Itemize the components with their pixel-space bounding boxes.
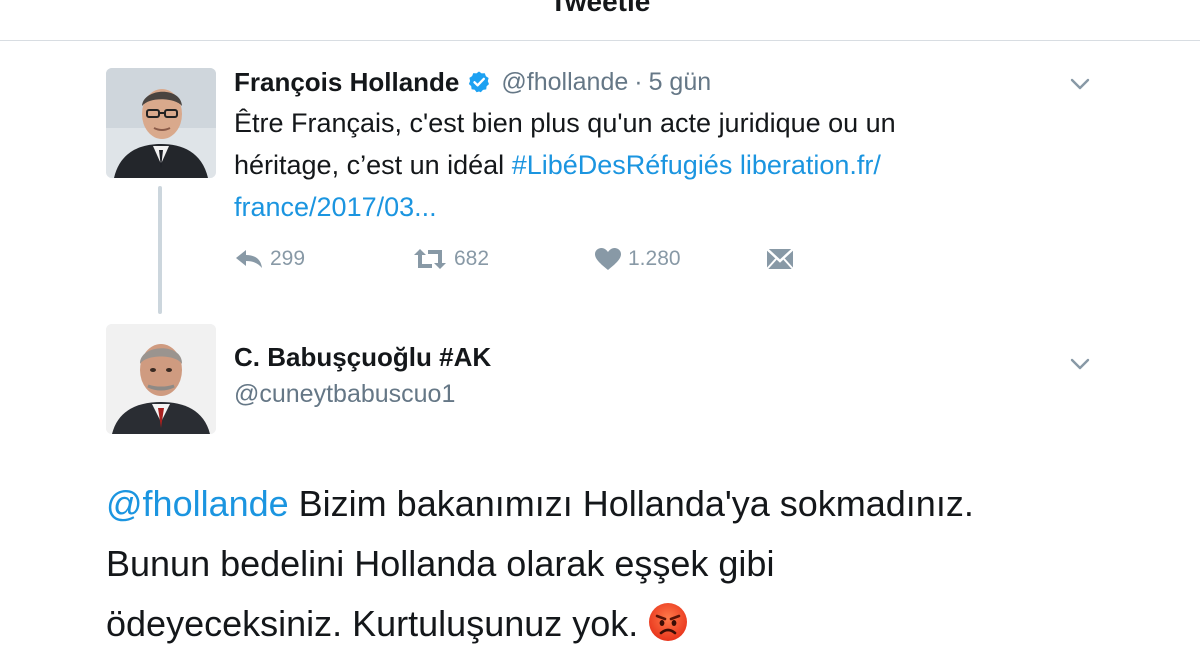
chevron-down-icon[interactable] bbox=[1068, 72, 1092, 96]
tweet-timestamp[interactable]: 5 gün bbox=[649, 68, 712, 97]
verified-badge-icon bbox=[467, 70, 491, 94]
mention-link[interactable]: @fhollande bbox=[106, 483, 289, 524]
display-name[interactable]: C. Babuşçuoğlu #AK bbox=[234, 342, 491, 373]
tweet-text: @fhollande Bizim bakanımızı Hollanda'ya … bbox=[106, 474, 1106, 654]
display-name[interactable]: François Hollande bbox=[234, 67, 459, 98]
retweet-count: 682 bbox=[454, 247, 490, 270]
tweet-text-line: héritage, c’est un idéal #LibéDesRéfugié… bbox=[234, 144, 1074, 186]
reply-count: 299 bbox=[270, 247, 306, 270]
tweet-text: Être Français, c'est bien plus qu'un act… bbox=[234, 102, 1074, 228]
person-photo-icon bbox=[106, 324, 216, 434]
tweet-text-segment: ödeyeceksiniz. Kurtuluşunuz yok. bbox=[106, 603, 639, 644]
retweet-icon bbox=[414, 249, 446, 269]
tweet-text-segment: Bizim bakanımızı Hollanda'ya sokmadınız. bbox=[288, 483, 974, 524]
avatar[interactable] bbox=[106, 324, 216, 434]
avatar[interactable] bbox=[106, 68, 216, 178]
tweet-text-segment: héritage, c’est un idéal bbox=[234, 150, 512, 180]
tweet-text-line: ödeyeceksiniz. Kurtuluşunuz yok. bbox=[106, 594, 1106, 654]
url-link-continued[interactable]: france/2017/03... bbox=[234, 186, 1074, 228]
separator-dot: · bbox=[634, 67, 643, 96]
user-handle[interactable]: @fhollande bbox=[501, 68, 628, 97]
nav-title: Tweetle bbox=[549, 0, 651, 17]
reply-button[interactable]: 299 bbox=[234, 244, 305, 274]
tweet-text-line: Bunun bedelini Hollanda olarak eşşek gib… bbox=[106, 543, 775, 584]
like-count: 1.280 bbox=[628, 247, 681, 270]
nav-divider bbox=[0, 40, 1200, 41]
tweet-text-line: @fhollande Bizim bakanımızı Hollanda'ya … bbox=[106, 474, 1106, 534]
hashtag-link[interactable]: #LibéDesRéfugiés bbox=[512, 150, 733, 180]
tweet-header: François Hollande @fhollande · 5 gün bbox=[234, 64, 711, 100]
retweet-button[interactable]: 682 bbox=[412, 244, 489, 274]
chevron-down-icon[interactable] bbox=[1068, 352, 1092, 376]
thread-connector-line bbox=[158, 186, 162, 314]
heart-icon bbox=[595, 248, 621, 270]
direct-message-button[interactable] bbox=[766, 244, 794, 274]
like-button[interactable]: 1.280 bbox=[594, 244, 681, 274]
person-photo-icon bbox=[106, 68, 216, 178]
reply-icon bbox=[236, 250, 262, 268]
tweet-text-line: Être Français, c'est bien plus qu'un act… bbox=[234, 108, 896, 138]
url-link[interactable]: liberation.fr/ bbox=[740, 150, 881, 180]
angry-face-emoji-icon bbox=[648, 602, 688, 642]
user-handle[interactable]: @cuneytbabuscuo1 bbox=[234, 380, 455, 409]
envelope-icon bbox=[766, 248, 794, 270]
